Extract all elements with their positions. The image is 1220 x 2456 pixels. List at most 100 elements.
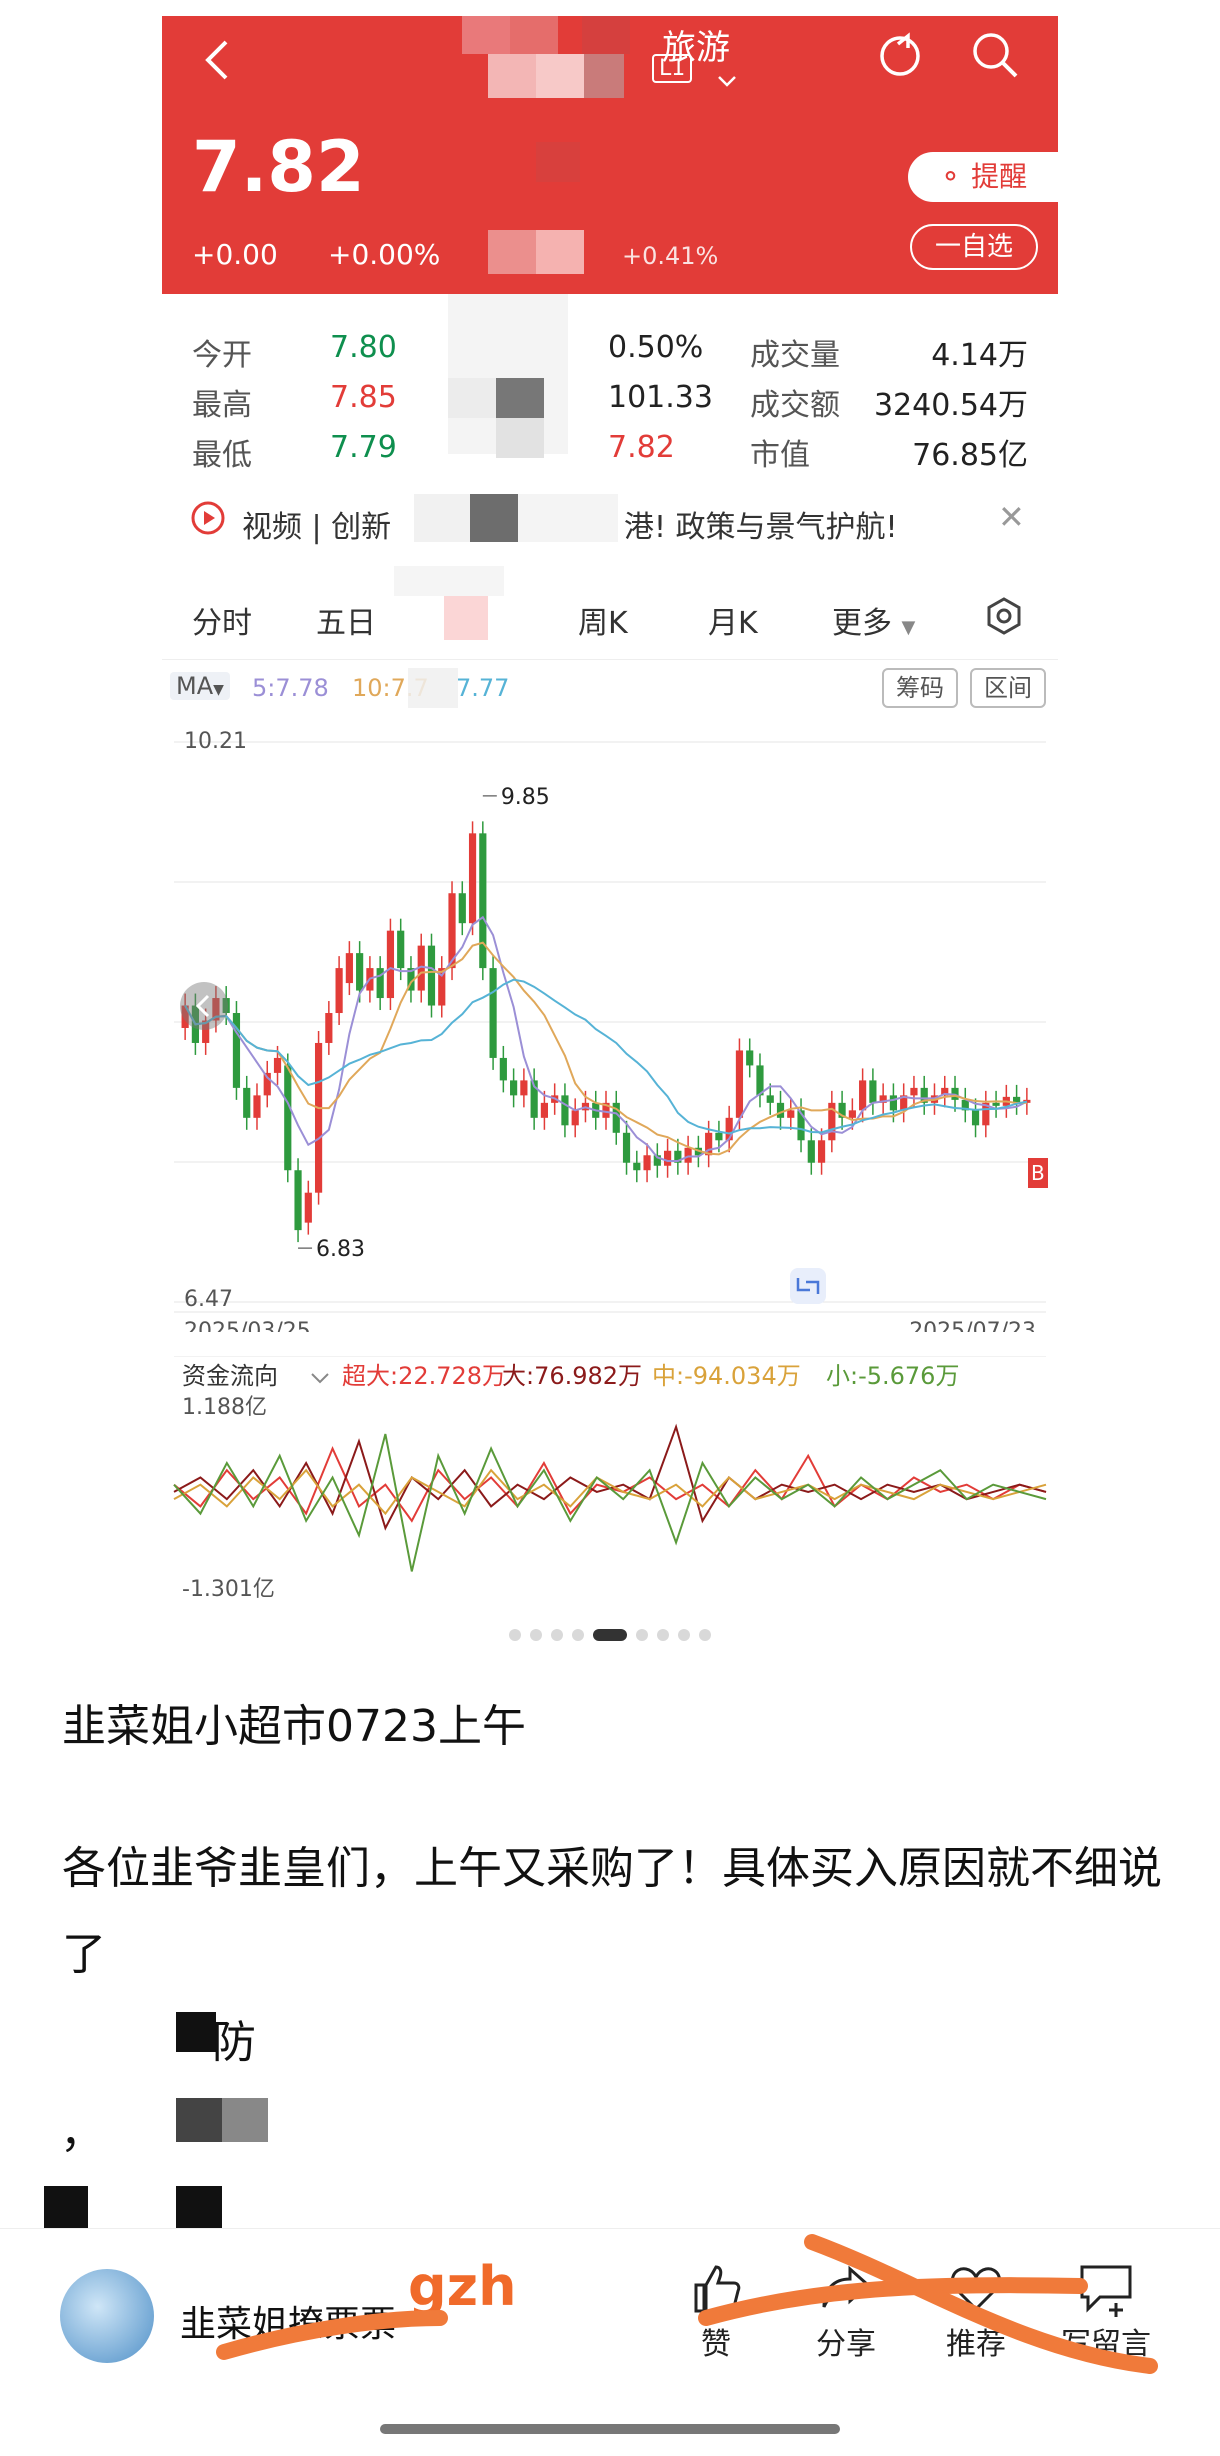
ratio-value: 101.33 <box>608 380 713 415</box>
candle-body <box>386 930 395 999</box>
candle-body <box>253 1095 261 1118</box>
volume-label: 成交量 <box>750 338 840 373</box>
pager-dot[interactable] <box>529 1628 542 1641</box>
max-annotation: 9.85 <box>501 785 550 810</box>
ma20-value: 7.77 <box>456 674 510 702</box>
candle-body <box>643 1155 651 1171</box>
pager-dot[interactable] <box>678 1628 691 1641</box>
mosaic-block <box>518 494 618 542</box>
settings-icon[interactable] <box>984 596 1024 644</box>
candle-body <box>510 1080 518 1096</box>
candle-body <box>571 1110 579 1126</box>
thumbs-up-icon <box>656 2259 776 2319</box>
low-label: 最低 <box>192 438 252 473</box>
banner-suffix: 港! 政策与景气护航! <box>624 510 898 545</box>
watchlist-button[interactable]: 一自选 <box>910 224 1038 270</box>
mosaic-block <box>44 2186 88 2228</box>
pager-dot[interactable] <box>636 1628 649 1641</box>
chevron-down-icon[interactable] <box>716 60 738 104</box>
heart-icon <box>916 2259 1036 2319</box>
tab-more[interactable]: 更多 ▼ <box>832 598 915 642</box>
mosaic-block <box>176 2186 222 2228</box>
candle-body <box>817 1140 826 1163</box>
candle-body <box>715 1132 723 1141</box>
avatar[interactable] <box>60 2269 154 2363</box>
avg-price-value: 7.82 <box>608 430 675 465</box>
partial-text: 防 <box>212 2017 256 2068</box>
recommend-button[interactable]: 推荐 <box>916 2259 1036 2363</box>
remind-label: 提醒 <box>971 160 1028 193</box>
candle-body <box>284 1065 292 1171</box>
legend-entry: 超大:22.728万 <box>342 1362 506 1390</box>
pager-dot[interactable] <box>550 1628 563 1641</box>
candle-body <box>971 1110 980 1126</box>
remind-button[interactable]: ⚬ 提醒 <box>908 152 1058 202</box>
money-flow-chart: 资金流向 超大:22.728万大:76.982万 中:-94.034万 小:-5.67… <box>173 1356 1047 1602</box>
tab-more-label: 更多 <box>832 606 892 641</box>
candle-body <box>468 833 477 924</box>
current-price: 7.82 <box>192 126 365 208</box>
open-label: 今开 <box>192 338 252 373</box>
tab-weekly[interactable]: 周K <box>578 598 628 642</box>
refresh-icon[interactable] <box>876 30 924 86</box>
candle-body <box>735 1050 744 1118</box>
price-change: +0.00 <box>192 238 278 271</box>
low-value: 7.79 <box>330 430 397 465</box>
pager-dot[interactable] <box>571 1628 584 1641</box>
share-label: 分享 <box>816 2327 876 2362</box>
candle-body <box>561 1095 569 1126</box>
x-start-label: 2025/03/25 <box>184 1319 311 1332</box>
x-end-label: 2025/07/23 <box>909 1319 1036 1332</box>
video-play-icon <box>190 500 226 544</box>
close-icon[interactable]: ✕ <box>998 498 1025 536</box>
pager-dot[interactable] <box>657 1628 670 1641</box>
y-min-label: -1.301亿 <box>182 1577 275 1602</box>
pager-dot[interactable] <box>699 1628 712 1641</box>
candle-body <box>356 953 364 991</box>
pager-dot-active[interactable] <box>593 1628 627 1641</box>
mosaic-block <box>536 230 584 274</box>
comment-button[interactable]: 写留言 <box>1046 2259 1166 2363</box>
amount-value: 3240.54万 <box>873 388 1028 423</box>
tab-intraday[interactable]: 分时 <box>192 598 252 642</box>
mcap-label: 市值 <box>750 438 810 473</box>
stock-header: 旅游 L1 7.82 +0.00 +0.00% +0.41% ⚬ 提醒 一自选 <box>162 16 1058 294</box>
mosaic-block <box>444 596 488 640</box>
mosaic-block <box>488 54 536 98</box>
scroll-left-icon <box>180 982 228 1030</box>
fullscreen-icon <box>790 1268 826 1304</box>
bell-icon: ⚬ <box>938 160 963 193</box>
y-max-label: 1.188亿 <box>182 1395 267 1420</box>
like-button[interactable]: 赞 <box>656 2259 776 2363</box>
banner-prefix: 视频 | 创新 <box>242 510 392 545</box>
mosaic-block <box>536 54 584 98</box>
candle-body <box>294 1170 302 1231</box>
tab-monthly[interactable]: 月K <box>708 598 758 642</box>
candle-body <box>622 1132 631 1163</box>
candle-body <box>910 1087 918 1096</box>
candle-body <box>807 1140 815 1163</box>
legend-entry: 大:76.982万 <box>502 1362 642 1390</box>
chips-button[interactable]: 筹码 <box>882 668 958 708</box>
candle-body <box>889 1095 898 1111</box>
share-button[interactable]: 分享 <box>786 2259 906 2363</box>
market-level-tag[interactable]: L1 <box>652 54 693 83</box>
author-name[interactable]: 韭菜姐撩票票 <box>180 2295 396 2347</box>
mosaic-block <box>488 230 536 274</box>
open-value: 7.80 <box>330 330 397 365</box>
post-title: 韭菜姐小超市0723上午 <box>62 1701 526 1752</box>
mosaic-block <box>414 494 470 542</box>
ma-selector[interactable]: MA▼ <box>170 672 230 700</box>
range-button[interactable]: 区间 <box>970 668 1046 708</box>
y-min-label: 6.47 <box>184 1287 233 1312</box>
search-icon[interactable] <box>970 30 1020 88</box>
home-indicator[interactable] <box>380 2424 840 2434</box>
news-banner[interactable]: 视频 | 创新 港! 政策与景气护航! ✕ <box>162 486 1058 550</box>
tab-five-day[interactable]: 五日 <box>316 598 376 642</box>
candle-body <box>427 945 436 1006</box>
back-arrow-icon[interactable] <box>202 38 232 90</box>
mosaic-block <box>584 54 624 98</box>
pager-dot[interactable] <box>508 1628 521 1641</box>
candle-body <box>479 833 487 969</box>
period-tabs: 分时 五日 周K 月K 更多 ▼ <box>162 566 1058 660</box>
